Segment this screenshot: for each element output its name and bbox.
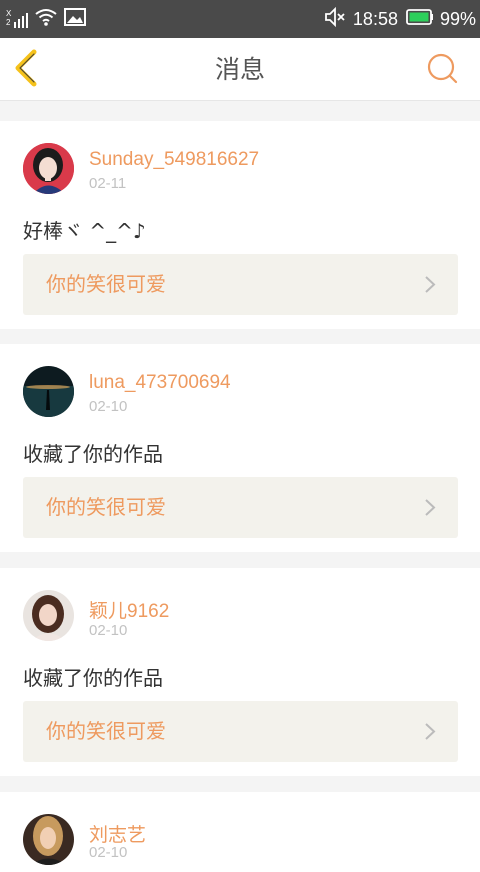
quoted-post[interactable]: 你的笑很可爱 [23,701,458,762]
message-card: luna_473700694 02-10 收藏了你的作品 你的笑很可爱 [0,344,480,552]
quoted-post[interactable]: 你的笑很可爱 [23,254,458,315]
wifi-icon [34,7,58,32]
header-bar: 消息 [0,38,480,101]
message-card: 刘志艺 02-10 [0,792,480,872]
message-text: 收藏了你的作品 [23,666,163,690]
username[interactable]: 刘志艺 [89,820,146,847]
battery-icon [406,8,434,31]
mute-icon [323,6,347,33]
quoted-post[interactable]: 你的笑很可爱 [23,477,458,538]
page-title: 消息 [214,55,265,84]
message-date: 02-10 [89,398,128,415]
message-date: 02-10 [89,844,128,861]
message-date: 02-10 [89,622,128,639]
chevron-right-icon [425,499,436,516]
quoted-post-title: 你的笑很可爱 [46,495,166,519]
username[interactable]: Sunday_549816627 [89,149,259,171]
chevron-right-icon [425,276,436,293]
message-card: 颖儿9162 02-10 收藏了你的作品 你的笑很可爱 [0,568,480,776]
battery-percent: 99% [439,8,476,29]
quoted-post-title: 你的笑很可爱 [46,719,166,743]
username[interactable]: luna_473700694 [89,372,231,394]
search-icon [427,53,458,84]
message-card: Sunday_549816627 02-11 好棒ヾ ^_^♪ 你的笑很可爱 [0,121,480,329]
search-button[interactable] [426,52,460,86]
message-text: 收藏了你的作品 [23,442,163,466]
avatar[interactable] [23,143,74,194]
username[interactable]: 颖儿9162 [89,596,169,623]
status-bar: X 2 18:58 99% [0,0,480,38]
quoted-post-title: 你的笑很可爱 [46,272,166,296]
chevron-right-icon [425,723,436,740]
avatar[interactable] [23,366,74,417]
avatar[interactable] [23,814,74,865]
signal-icon: X 2 [6,9,30,29]
image-icon [64,7,86,32]
avatar[interactable] [23,590,74,641]
message-date: 02-11 [89,175,127,192]
clock: 18:58 [352,8,398,29]
message-text: 好棒ヾ ^_^♪ [23,219,146,243]
